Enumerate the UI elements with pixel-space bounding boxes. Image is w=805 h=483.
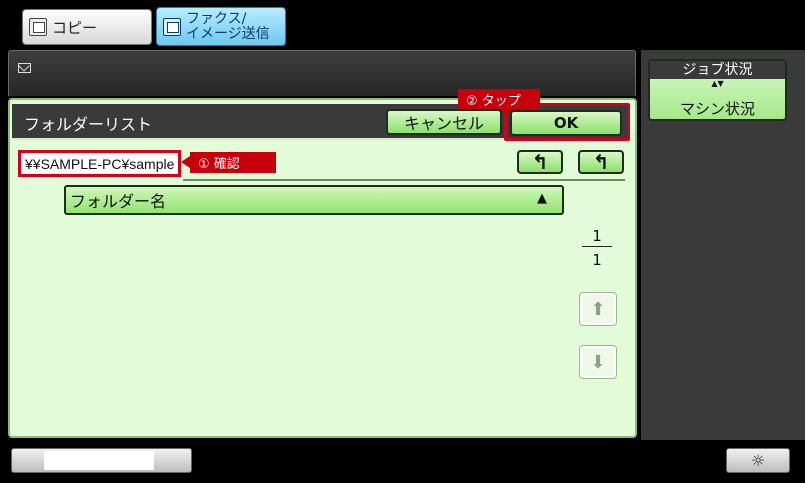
- copy-icon: [29, 18, 47, 36]
- copy-mode-tab[interactable]: コピー: [22, 9, 152, 45]
- parent-folder-icon: ↰: [592, 150, 610, 174]
- go-top-folder-button[interactable]: ↰: [517, 150, 563, 174]
- confirm-callout: ① 確認: [181, 152, 276, 173]
- brightness-icon: ☼: [750, 451, 766, 470]
- status-bar: [8, 50, 636, 96]
- folder-path: ¥¥SAMPLE-PC¥sample: [18, 150, 181, 177]
- cancel-button[interactable]: キャンセル: [386, 109, 502, 135]
- folder-name-column-header[interactable]: フォルダー名: [64, 185, 564, 215]
- folder-list-panel: [8, 98, 637, 438]
- bottom-slider-window: [44, 451, 154, 470]
- brightness-button[interactable]: ☼: [726, 448, 790, 473]
- fax-image-send-mode-tab[interactable]: ファクス/ イメージ送信: [156, 7, 286, 46]
- copy-mode-label: コピー: [52, 18, 98, 37]
- path-divider: [183, 179, 625, 181]
- scroll-down-button[interactable]: ⬇: [579, 345, 617, 379]
- page-fraction-line: [582, 246, 612, 247]
- toggle-arrows-icon: ▲▼: [711, 79, 724, 88]
- dialog-title: フォルダーリスト: [24, 115, 153, 134]
- scroll-up-button[interactable]: ⬆: [579, 292, 617, 326]
- page-total: 1: [592, 251, 602, 269]
- top-folder-icon: ↰: [531, 150, 549, 174]
- fax-icon: [163, 17, 181, 36]
- fax-mode-label: ファクス/ イメージ送信: [186, 10, 270, 42]
- job-status-label: ジョブ状況: [650, 61, 785, 79]
- tap-callout: ② タップ: [458, 89, 540, 117]
- arrow-down-icon: ⬇: [590, 351, 606, 373]
- arrow-up-icon: ⬆: [590, 298, 606, 320]
- sort-ascending-icon: ▲: [537, 191, 547, 206]
- mail-icon: [18, 63, 31, 73]
- column-header-label: フォルダー名: [70, 192, 167, 211]
- page-current: 1: [592, 227, 602, 245]
- machine-status-label: マシン状況: [679, 100, 755, 118]
- go-parent-folder-button[interactable]: ↰: [578, 150, 624, 174]
